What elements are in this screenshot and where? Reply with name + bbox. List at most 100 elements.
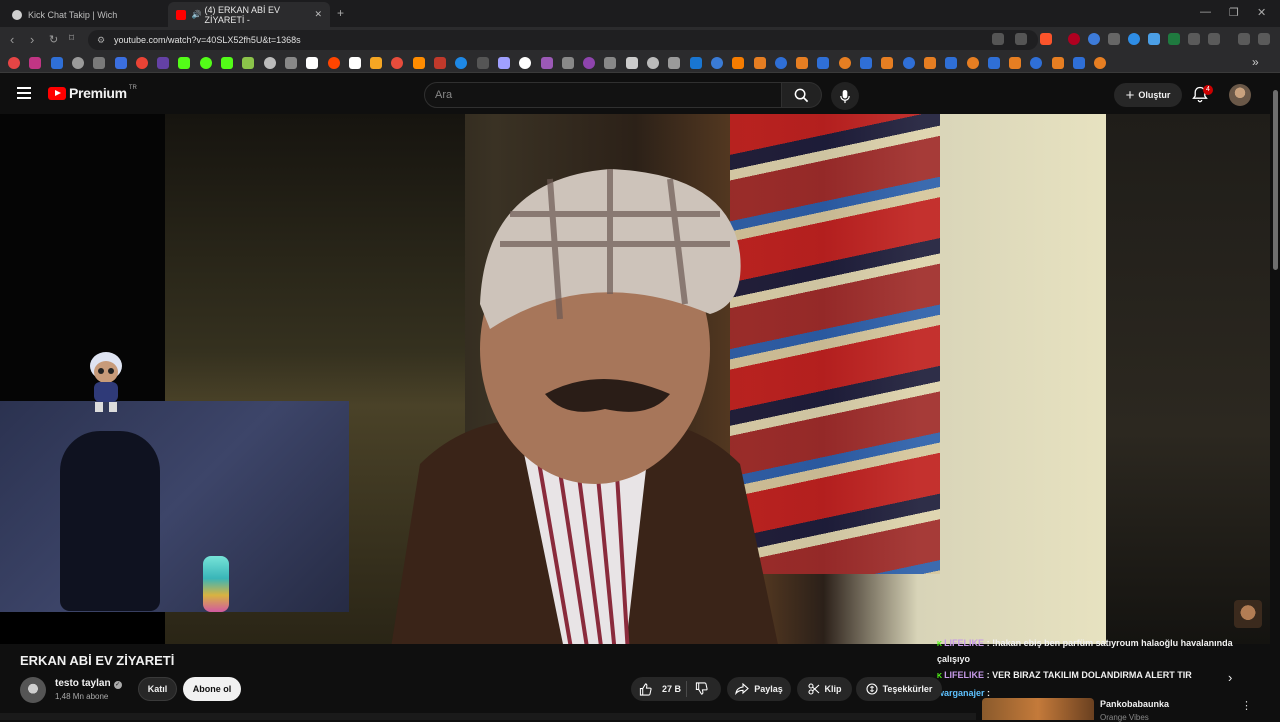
- bookmark-favicon-icon[interactable]: [8, 57, 20, 69]
- bookmark-favicon-icon[interactable]: [647, 57, 659, 69]
- thanks-button[interactable]: Teşekkürler: [856, 677, 942, 701]
- bookmark-favicon-icon[interactable]: [284, 57, 297, 69]
- bookmark-favicon-icon[interactable]: [178, 57, 191, 69]
- chips-next-arrow-icon[interactable]: ›: [1228, 670, 1232, 685]
- bookmark-favicon-icon[interactable]: [135, 57, 148, 69]
- recommended-thumbnail[interactable]: [982, 698, 1094, 720]
- bookmark-favicon-icon[interactable]: [689, 57, 702, 69]
- bookmark-favicon-icon[interactable]: [732, 57, 745, 69]
- tab-close-icon[interactable]: ✕: [314, 9, 322, 20]
- share-arrow-icon: [735, 683, 750, 695]
- bookmark-favicon-icon[interactable]: [966, 57, 979, 69]
- bookmarks-bar: [0, 53, 1280, 73]
- bookmark-favicon-icon[interactable]: [817, 57, 830, 69]
- bookmark-favicon-icon[interactable]: [860, 57, 872, 69]
- bookmark-favicon-icon[interactable]: [221, 57, 233, 69]
- channel-avatar[interactable]: [20, 677, 46, 703]
- like-button[interactable]: 27 B: [639, 677, 681, 701]
- back-icon[interactable]: ‹: [10, 32, 14, 47]
- bookmark-favicon-icon[interactable]: [625, 57, 638, 69]
- voice-search-button[interactable]: [831, 82, 859, 110]
- menu-icon[interactable]: [1258, 33, 1270, 45]
- bookmark-favicon-icon[interactable]: [1051, 57, 1064, 69]
- share-button[interactable]: Paylaş: [727, 677, 791, 701]
- minimize-button[interactable]: —: [1200, 6, 1211, 18]
- bookmark-favicon-icon[interactable]: [476, 57, 489, 69]
- bookmark-favicon-icon[interactable]: [157, 57, 170, 69]
- reload-icon[interactable]: ↻: [49, 33, 58, 46]
- media-icon[interactable]: [1238, 33, 1250, 45]
- sidebar-icon[interactable]: [1208, 33, 1220, 45]
- scrollbar-thumb[interactable]: [1273, 90, 1278, 270]
- bookmark-favicon-icon[interactable]: [306, 57, 319, 69]
- bookmark-favicon-icon[interactable]: [902, 57, 915, 69]
- tab-kick-chat[interactable]: Kick Chat Takip | Wich: [4, 2, 164, 27]
- url-field[interactable]: ⚙ youtube.com/watch?v=40SLX52fh5U&t=1368…: [88, 30, 1038, 50]
- dislike-button[interactable]: [695, 682, 713, 697]
- bookmark-favicon-icon[interactable]: [263, 57, 276, 69]
- close-window-button[interactable]: ✕: [1257, 6, 1266, 19]
- more-options-icon[interactable]: ⋮: [1241, 699, 1252, 712]
- bookmarks-overflow-icon[interactable]: »: [1252, 55, 1259, 69]
- subscribe-button[interactable]: Abone ol: [183, 677, 241, 701]
- tab-youtube-video[interactable]: 🔊 (4) ERKAN ABİ EV ZİYARETİ - ✕: [168, 2, 330, 27]
- verified-badge-icon: ✓: [113, 681, 122, 689]
- recommended-title[interactable]: Pankobabaunka: [1100, 699, 1169, 709]
- youtube-premium-logo[interactable]: Premium TR: [48, 85, 137, 101]
- bookmark-favicon-icon[interactable]: [434, 57, 446, 69]
- bookmark-favicon-icon[interactable]: [93, 57, 106, 69]
- bookmark-favicon-icon[interactable]: [987, 57, 1000, 69]
- ublock-icon[interactable]: [1068, 33, 1080, 45]
- new-tab-button[interactable]: +: [337, 6, 344, 20]
- bookmark-favicon-icon[interactable]: [796, 57, 809, 69]
- bookmark-favicon-icon[interactable]: [838, 57, 851, 69]
- page-scrollbar[interactable]: [1271, 80, 1280, 720]
- bookmark-favicon-icon[interactable]: [29, 57, 42, 69]
- bookmark-favicon-icon[interactable]: [583, 57, 596, 69]
- extension-icon[interactable]: [1088, 33, 1100, 45]
- bookmark-favicon-icon[interactable]: [668, 57, 681, 69]
- search-input[interactable]: Ara: [424, 82, 782, 108]
- join-button[interactable]: Katıl: [138, 677, 177, 701]
- bookmark-favicon-icon[interactable]: [1073, 57, 1085, 69]
- bookmark-favicon-icon[interactable]: [71, 57, 84, 69]
- bookmark-favicon-icon[interactable]: [412, 57, 425, 69]
- account-avatar[interactable]: [1229, 84, 1251, 106]
- puzzle-icon[interactable]: [1188, 33, 1200, 45]
- bookmark-favicon-icon[interactable]: [370, 57, 383, 69]
- bookmark-favicon-icon[interactable]: [604, 57, 617, 69]
- bookmark-favicon-icon[interactable]: [348, 57, 361, 69]
- share-page-icon[interactable]: [1015, 33, 1027, 45]
- bookmark-favicon-icon[interactable]: [945, 57, 958, 69]
- restore-button[interactable]: ❐: [1229, 6, 1239, 19]
- cast-icon[interactable]: [992, 33, 1004, 45]
- extension-icon[interactable]: [1128, 33, 1140, 45]
- bookmark-favicon-icon[interactable]: [114, 57, 127, 69]
- hamburger-menu-icon[interactable]: [17, 87, 31, 99]
- site-info-icon[interactable]: ⚙: [97, 30, 105, 50]
- bookmark-favicon-icon[interactable]: [497, 57, 510, 69]
- extension-icon[interactable]: [1148, 33, 1160, 45]
- channel-name[interactable]: testo taylan ✓: [55, 678, 122, 689]
- bookmark-favicon-icon[interactable]: [1009, 57, 1022, 69]
- bookmark-favicon-icon[interactable]: [753, 57, 766, 69]
- brave-shield-icon[interactable]: [1040, 33, 1052, 45]
- bookmark-icon[interactable]: ⌑: [69, 33, 74, 44]
- bookmark-favicon-icon[interactable]: [774, 57, 787, 69]
- horizontal-scrollbar[interactable]: [0, 713, 976, 720]
- create-button[interactable]: + Oluştur: [1114, 83, 1182, 107]
- bookmark-favicon-icon[interactable]: [561, 57, 574, 69]
- bookmark-favicon-icon[interactable]: [540, 57, 553, 69]
- bookmark-favicon-icon[interactable]: [199, 57, 212, 69]
- clip-button[interactable]: Klip: [797, 677, 852, 701]
- extension-icon[interactable]: [1108, 33, 1120, 45]
- bookmark-favicon-icon[interactable]: [881, 57, 894, 69]
- bookmark-favicon-icon[interactable]: [50, 57, 63, 69]
- bookmark-favicon-icon[interactable]: [242, 57, 255, 69]
- bookmark-favicon-icon[interactable]: [923, 57, 936, 69]
- bookmark-favicon-icon[interactable]: [327, 57, 340, 69]
- search-button[interactable]: [782, 82, 822, 108]
- kick-extension-icon[interactable]: [1168, 33, 1180, 45]
- forward-icon[interactable]: ›: [30, 32, 34, 47]
- bookmark-favicon-icon[interactable]: [710, 57, 723, 69]
